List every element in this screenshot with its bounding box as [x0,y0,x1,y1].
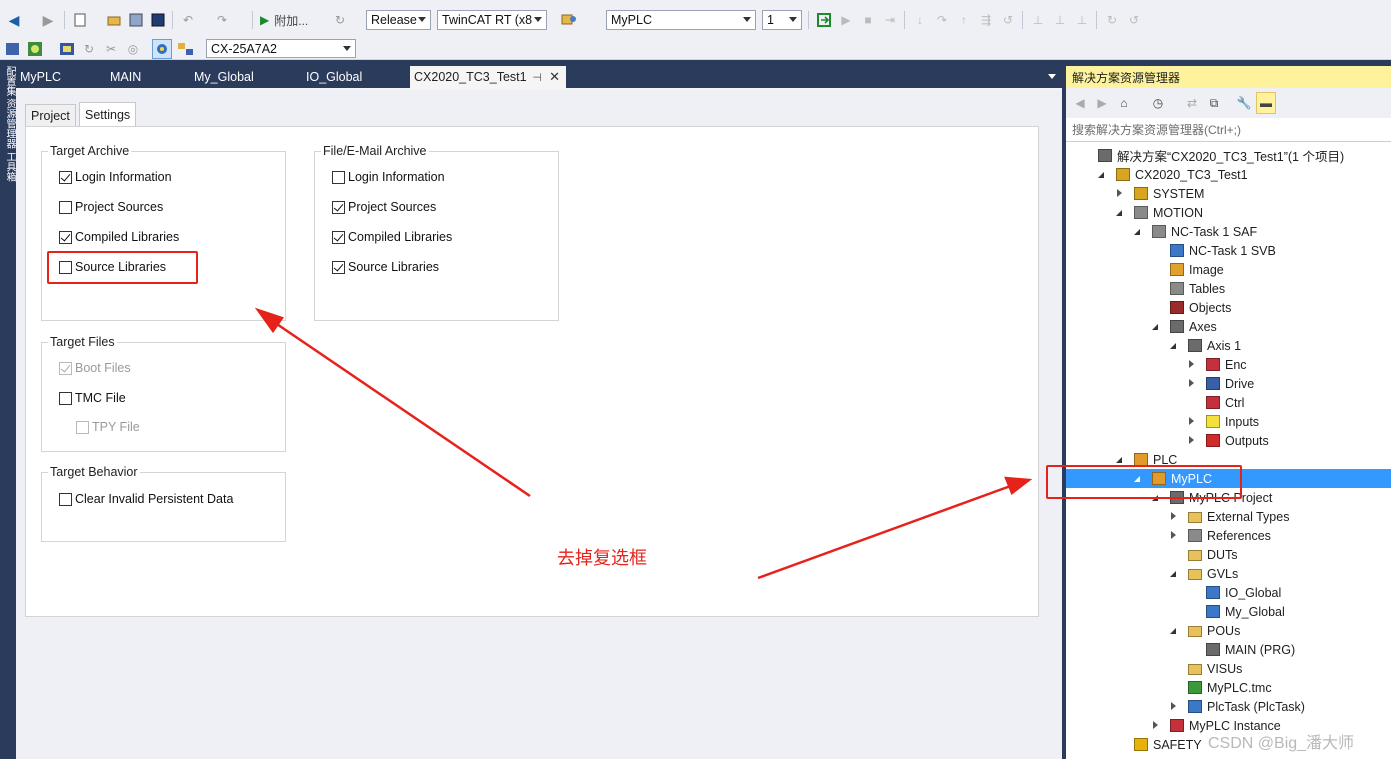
annotation-note: 去掉复选框 [557,548,647,568]
annotation-arrows [254,307,1033,580]
arrow-head-left [254,307,284,334]
arrow-to-myplc [757,482,1017,580]
arrow-head-right [1004,476,1033,495]
arrow-to-checkbox [267,316,531,498]
watermark: CSDN @Big_潘大师 [1208,735,1355,752]
